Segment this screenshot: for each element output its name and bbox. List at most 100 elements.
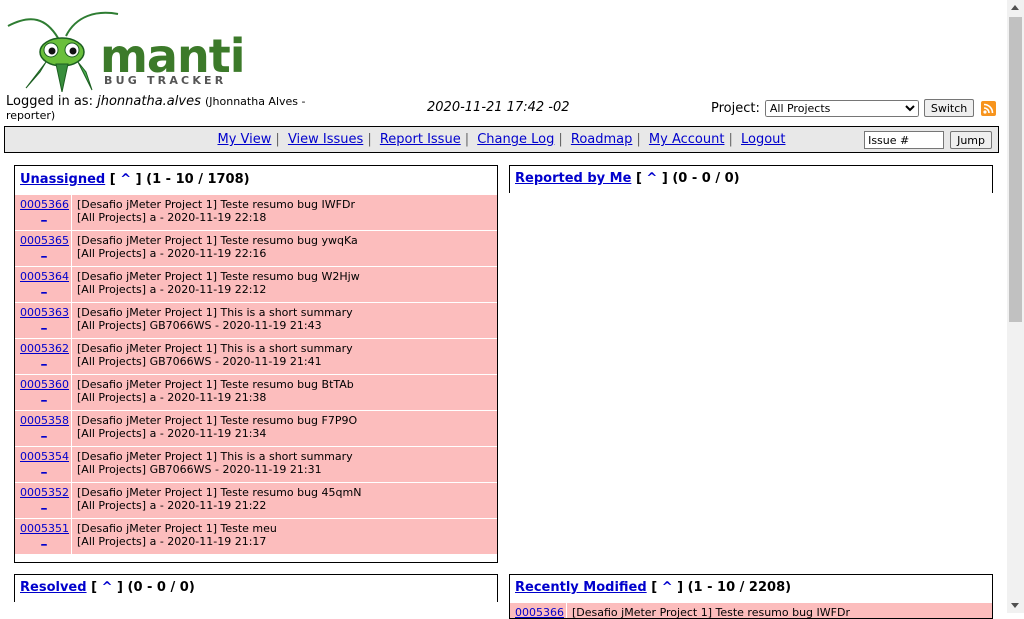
- recent-title-link[interactable]: Recently Modified: [515, 580, 647, 595]
- bracket-open: [: [635, 171, 642, 186]
- nav-view-issues[interactable]: View Issues: [288, 132, 363, 147]
- mantis-logo[interactable]: mantis BUG TRACKER: [6, 8, 272, 93]
- issue-summary: [Desafio jMeter Project 1] This is a sho…: [72, 303, 353, 338]
- bracket-open: [: [109, 172, 116, 187]
- collapse-caret-link[interactable]: ^: [120, 172, 131, 187]
- nav-separator: |: [558, 132, 563, 147]
- resolved-box: Resolved [ ^ ] (0 - 0 / 0): [14, 574, 498, 602]
- reported-title: Reported by Me [ ^ ] (0 - 0 / 0): [510, 166, 992, 193]
- scroll-down-icon[interactable]: [1011, 603, 1019, 608]
- collapse-caret-link[interactable]: ^: [662, 580, 673, 595]
- note-dash-link[interactable]: _: [20, 318, 68, 329]
- note-dash-link[interactable]: _: [20, 498, 68, 509]
- issue-summary-line: [Desafio jMeter Project 1] Teste resumo …: [77, 378, 354, 391]
- issue-summary: [Desafio jMeter Project 1] Teste resumo …: [72, 231, 358, 266]
- table-row: 0005362 _ [Desafio jMeter Project 1] This …: [15, 338, 497, 374]
- issue-summary: [Desafio jMeter Project 1] Teste resumo …: [72, 267, 360, 302]
- bracket-close: ]: [661, 171, 668, 186]
- unassigned-box: Unassigned [ ^ ] (1 - 10 / 1708) 0005366…: [14, 165, 498, 563]
- reported-title-link[interactable]: Reported by Me: [515, 171, 631, 186]
- issue-project-line: [All Projects] a - 2020-11-19 21:22: [77, 499, 267, 512]
- note-dash-link[interactable]: _: [20, 534, 68, 545]
- note-dash-link[interactable]: _: [20, 246, 68, 257]
- nav-separator: |: [275, 132, 280, 147]
- nav-roadmap[interactable]: Roadmap: [571, 132, 633, 147]
- reported-box: Reported by Me [ ^ ] (0 - 0 / 0): [509, 165, 993, 193]
- switch-button[interactable]: Switch: [923, 99, 975, 117]
- nav-links: My View | View Issues | Report Issue | Chan…: [5, 132, 998, 147]
- bracket-open: [: [651, 580, 658, 595]
- table-row: 0005365 _ [Desafio jMeter Project 1] Teste…: [15, 230, 497, 266]
- nav-separator: |: [367, 132, 372, 147]
- recently-modified-box: Recently Modified [ ^ ] (1 - 10 / 2208) …: [509, 574, 993, 619]
- nav-my-account[interactable]: My Account: [649, 132, 725, 147]
- reported-count: (0 - 0 / 0): [672, 171, 740, 186]
- issue-project-line: [All Projects] a - 2020-11-19 22:16: [77, 247, 267, 260]
- recent-title: Recently Modified [ ^ ] (1 - 10 / 2208): [510, 575, 992, 602]
- issue-id-cell: 0005352 _: [15, 483, 72, 518]
- bracket-close: ]: [117, 580, 123, 595]
- user-role: reporter): [6, 109, 56, 122]
- issue-id-cell: 0005363 _: [15, 303, 72, 338]
- issue-summary-line: [Desafio jMeter Project 1] Teste resumo …: [77, 234, 358, 247]
- issue-id-cell: 0005358 _: [15, 411, 72, 446]
- note-dash-link[interactable]: _: [20, 390, 68, 401]
- issue-summary: [Desafio jMeter Project 1] Teste resumo …: [72, 195, 355, 230]
- issue-id-cell: 0005360 _: [15, 375, 72, 410]
- nav-my-view[interactable]: My View: [218, 132, 272, 147]
- current-datetime: 2020-11-21 17:42 -02: [427, 100, 570, 115]
- nav-report-issue[interactable]: Report Issue: [380, 132, 461, 147]
- note-dash-link[interactable]: _: [20, 426, 68, 437]
- issue-summary-line: [Desafio jMeter Project 1] This is a sho…: [77, 342, 353, 355]
- nav-separator: |: [636, 132, 641, 147]
- issue-id-cell: 0005365 _: [15, 231, 72, 266]
- issue-project-line: [All Projects] a - 2020-11-19 22:12: [77, 283, 267, 296]
- issue-summary-line: [Desafio jMeter Project 1] This is a sho…: [77, 306, 353, 319]
- note-dash-link[interactable]: _: [20, 282, 68, 293]
- issue-summary-line: [Desafio jMeter Project 1] Teste meu: [77, 522, 277, 535]
- bracket-open: [: [91, 580, 98, 595]
- jump-to-issue: Jump: [864, 131, 992, 149]
- collapse-caret-link[interactable]: ^: [102, 580, 113, 595]
- bracket-close: ]: [135, 172, 142, 187]
- issue-summary: [Desafio jMeter Project 1] Teste resumo …: [72, 483, 361, 518]
- table-row: 0005358 _ [Desafio jMeter Project 1] Teste…: [15, 410, 497, 446]
- unassigned-title: Unassigned [ ^ ] (1 - 10 / 1708): [15, 166, 497, 194]
- issue-project-line: [All Projects] a - 2020-11-19 21:17: [77, 535, 267, 548]
- note-dash-link[interactable]: _: [20, 354, 68, 365]
- project-select[interactable]: All Projects: [764, 99, 919, 117]
- nav-separator: |: [464, 132, 470, 147]
- unassigned-count: (1 - 10 / 1708): [146, 172, 250, 187]
- note-dash-link[interactable]: _: [20, 462, 68, 473]
- issue-number-input[interactable]: [864, 131, 945, 149]
- scroll-thumb[interactable]: [1009, 17, 1022, 322]
- unassigned-title-link[interactable]: Unassigned: [20, 172, 105, 187]
- jump-button[interactable]: Jump: [950, 131, 992, 149]
- resolved-title-link[interactable]: Resolved: [20, 580, 87, 595]
- issue-id-cell: 0005354 _: [15, 447, 72, 482]
- table-row: 0005366 [Desafio jMeter Project 1] Teste…: [510, 602, 992, 618]
- issue-summary: [Desafio jMeter Project 1] This is a sho…: [72, 447, 353, 482]
- issue-project-line: [All Projects] a - 2020-11-19 21:38: [77, 391, 267, 404]
- svg-text:BUG TRACKER: BUG TRACKER: [104, 74, 226, 87]
- user-detail: (Jhonnatha Alves -: [204, 95, 306, 108]
- table-row: 0005354 _ [Desafio jMeter Project 1] This …: [15, 446, 497, 482]
- issue-id-cell: 0005362 _: [15, 339, 72, 374]
- project-selector: Project: All Projects Switch: [711, 99, 997, 117]
- scroll-up-icon[interactable]: [1011, 5, 1019, 10]
- issue-summary-line: [Desafio jMeter Project 1] This is a sho…: [77, 450, 353, 463]
- note-dash-link[interactable]: _: [20, 210, 68, 221]
- logged-in-label: Logged in as:: [6, 94, 93, 109]
- nav-change-log[interactable]: Change Log: [477, 132, 554, 147]
- nav-logout[interactable]: Logout: [741, 132, 786, 147]
- rss-icon[interactable]: [981, 100, 997, 116]
- bracket-close: ]: [677, 580, 684, 595]
- table-row: 0005363 _ [Desafio jMeter Project 1] This …: [15, 302, 497, 338]
- collapse-caret-link[interactable]: ^: [646, 171, 657, 186]
- issue-project-line: [All Projects] GB7066WS - 2020-11-19 21:…: [77, 319, 322, 332]
- page-scrollbar[interactable]: [1007, 0, 1024, 613]
- main-navbar: My View | View Issues | Report Issue | Chan…: [4, 126, 999, 153]
- table-row: 0005351 _ [Desafio jMeter Project 1] Teste…: [15, 518, 497, 554]
- issue-project-line: [All Projects] GB7066WS - 2020-11-19 21:…: [77, 355, 322, 368]
- issue-id-cell: 0005364 _: [15, 267, 72, 302]
